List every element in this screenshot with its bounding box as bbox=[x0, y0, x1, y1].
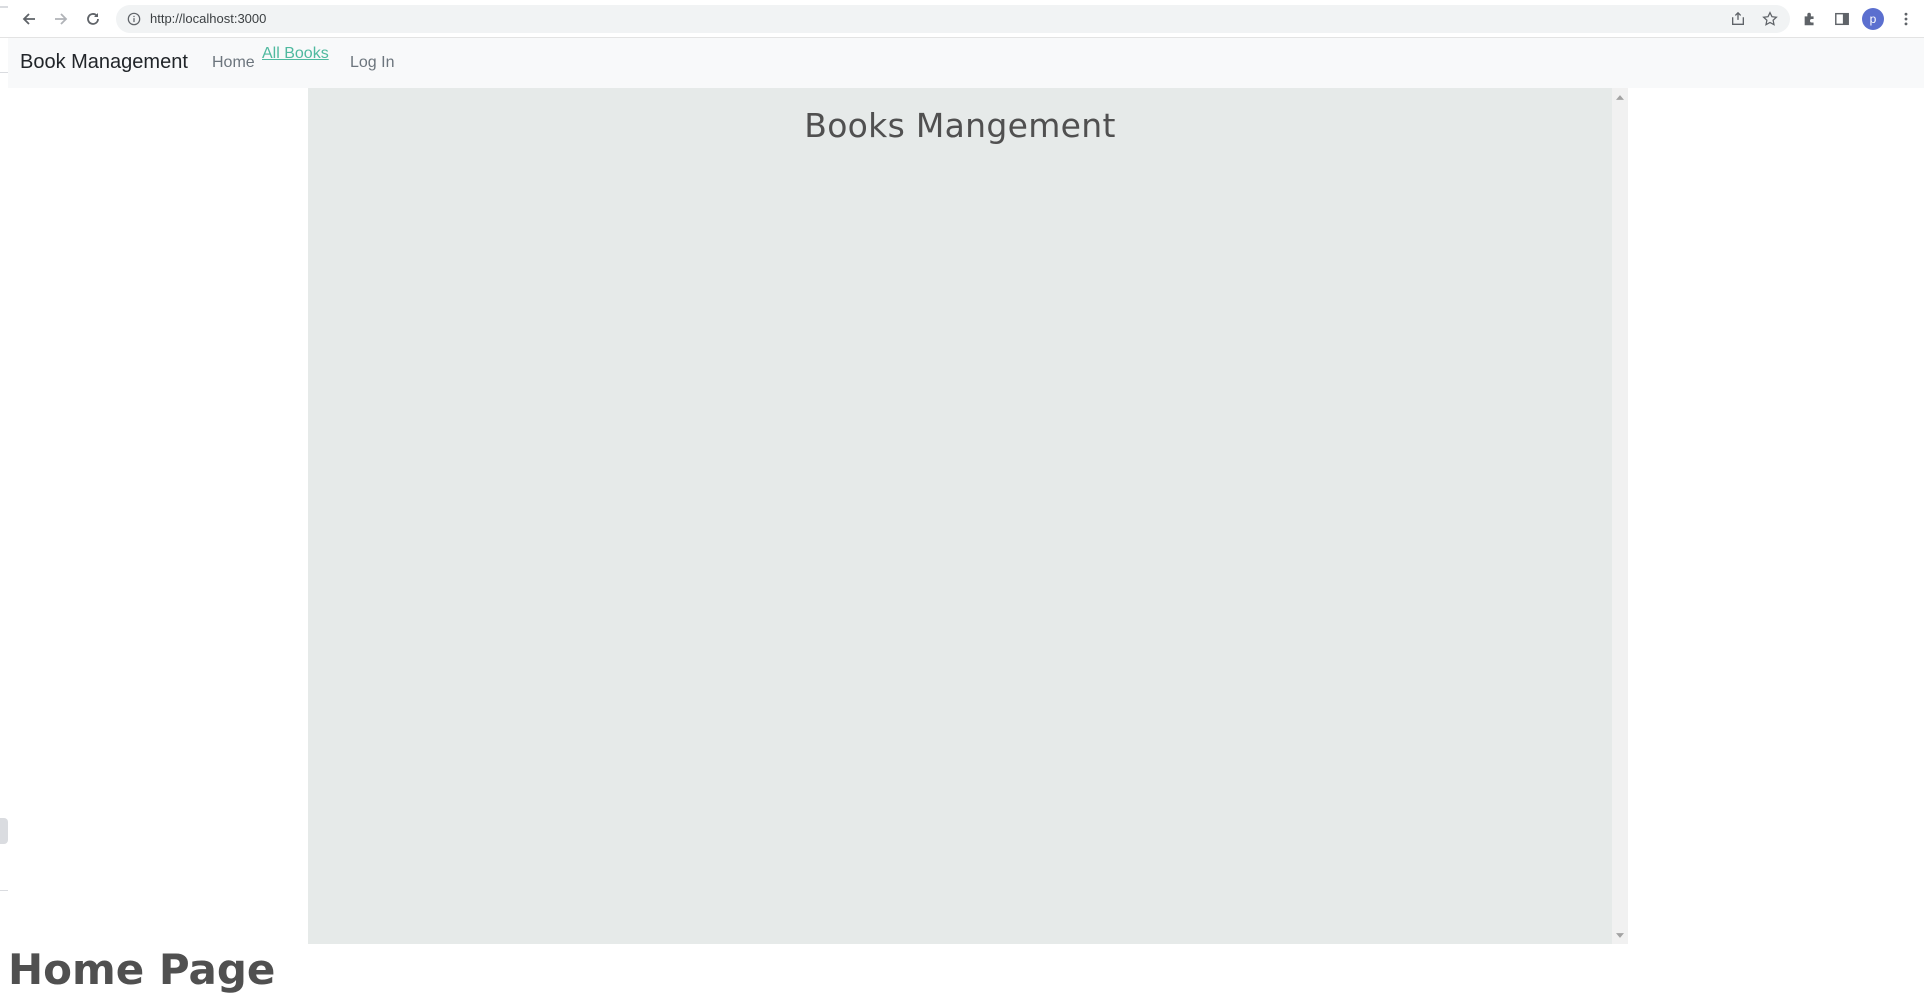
menu-icon[interactable] bbox=[1896, 9, 1916, 29]
star-icon[interactable] bbox=[1761, 10, 1779, 28]
address-bar[interactable]: http://localhost:3000 bbox=[116, 5, 1790, 33]
edge-fragment bbox=[0, 6, 8, 8]
info-icon[interactable] bbox=[126, 11, 142, 27]
scroll-up-icon[interactable] bbox=[1612, 90, 1628, 104]
page-heading: Home Page bbox=[8, 945, 276, 994]
browser-toolbar: http://localhost:3000 p bbox=[0, 0, 1924, 38]
app-navbar: Book Management Home All Books Log In bbox=[8, 38, 1924, 88]
edge-tab-handle[interactable] bbox=[0, 818, 8, 844]
embedded-frame: Books Mangement bbox=[308, 88, 1628, 944]
nav-link-log-in[interactable]: Log In bbox=[350, 54, 394, 72]
nav-link-all-books[interactable]: All Books bbox=[262, 45, 329, 63]
share-icon[interactable] bbox=[1729, 10, 1747, 28]
profile-avatar[interactable]: p bbox=[1862, 8, 1884, 30]
frame-title: Books Mangement bbox=[804, 106, 1116, 145]
back-icon[interactable] bbox=[17, 7, 41, 31]
nav-link-home[interactable]: Home bbox=[212, 54, 255, 72]
scroll-down-icon[interactable] bbox=[1612, 928, 1628, 942]
side-panel-icon[interactable] bbox=[1832, 9, 1852, 29]
url-text[interactable]: http://localhost:3000 bbox=[150, 11, 266, 27]
extensions-icon[interactable] bbox=[1800, 9, 1820, 29]
frame-scrollbar[interactable] bbox=[1612, 88, 1628, 944]
forward-icon[interactable] bbox=[49, 7, 73, 31]
brand-link[interactable]: Book Management bbox=[20, 51, 188, 74]
edge-fragment bbox=[0, 890, 8, 891]
reload-icon[interactable] bbox=[81, 7, 105, 31]
